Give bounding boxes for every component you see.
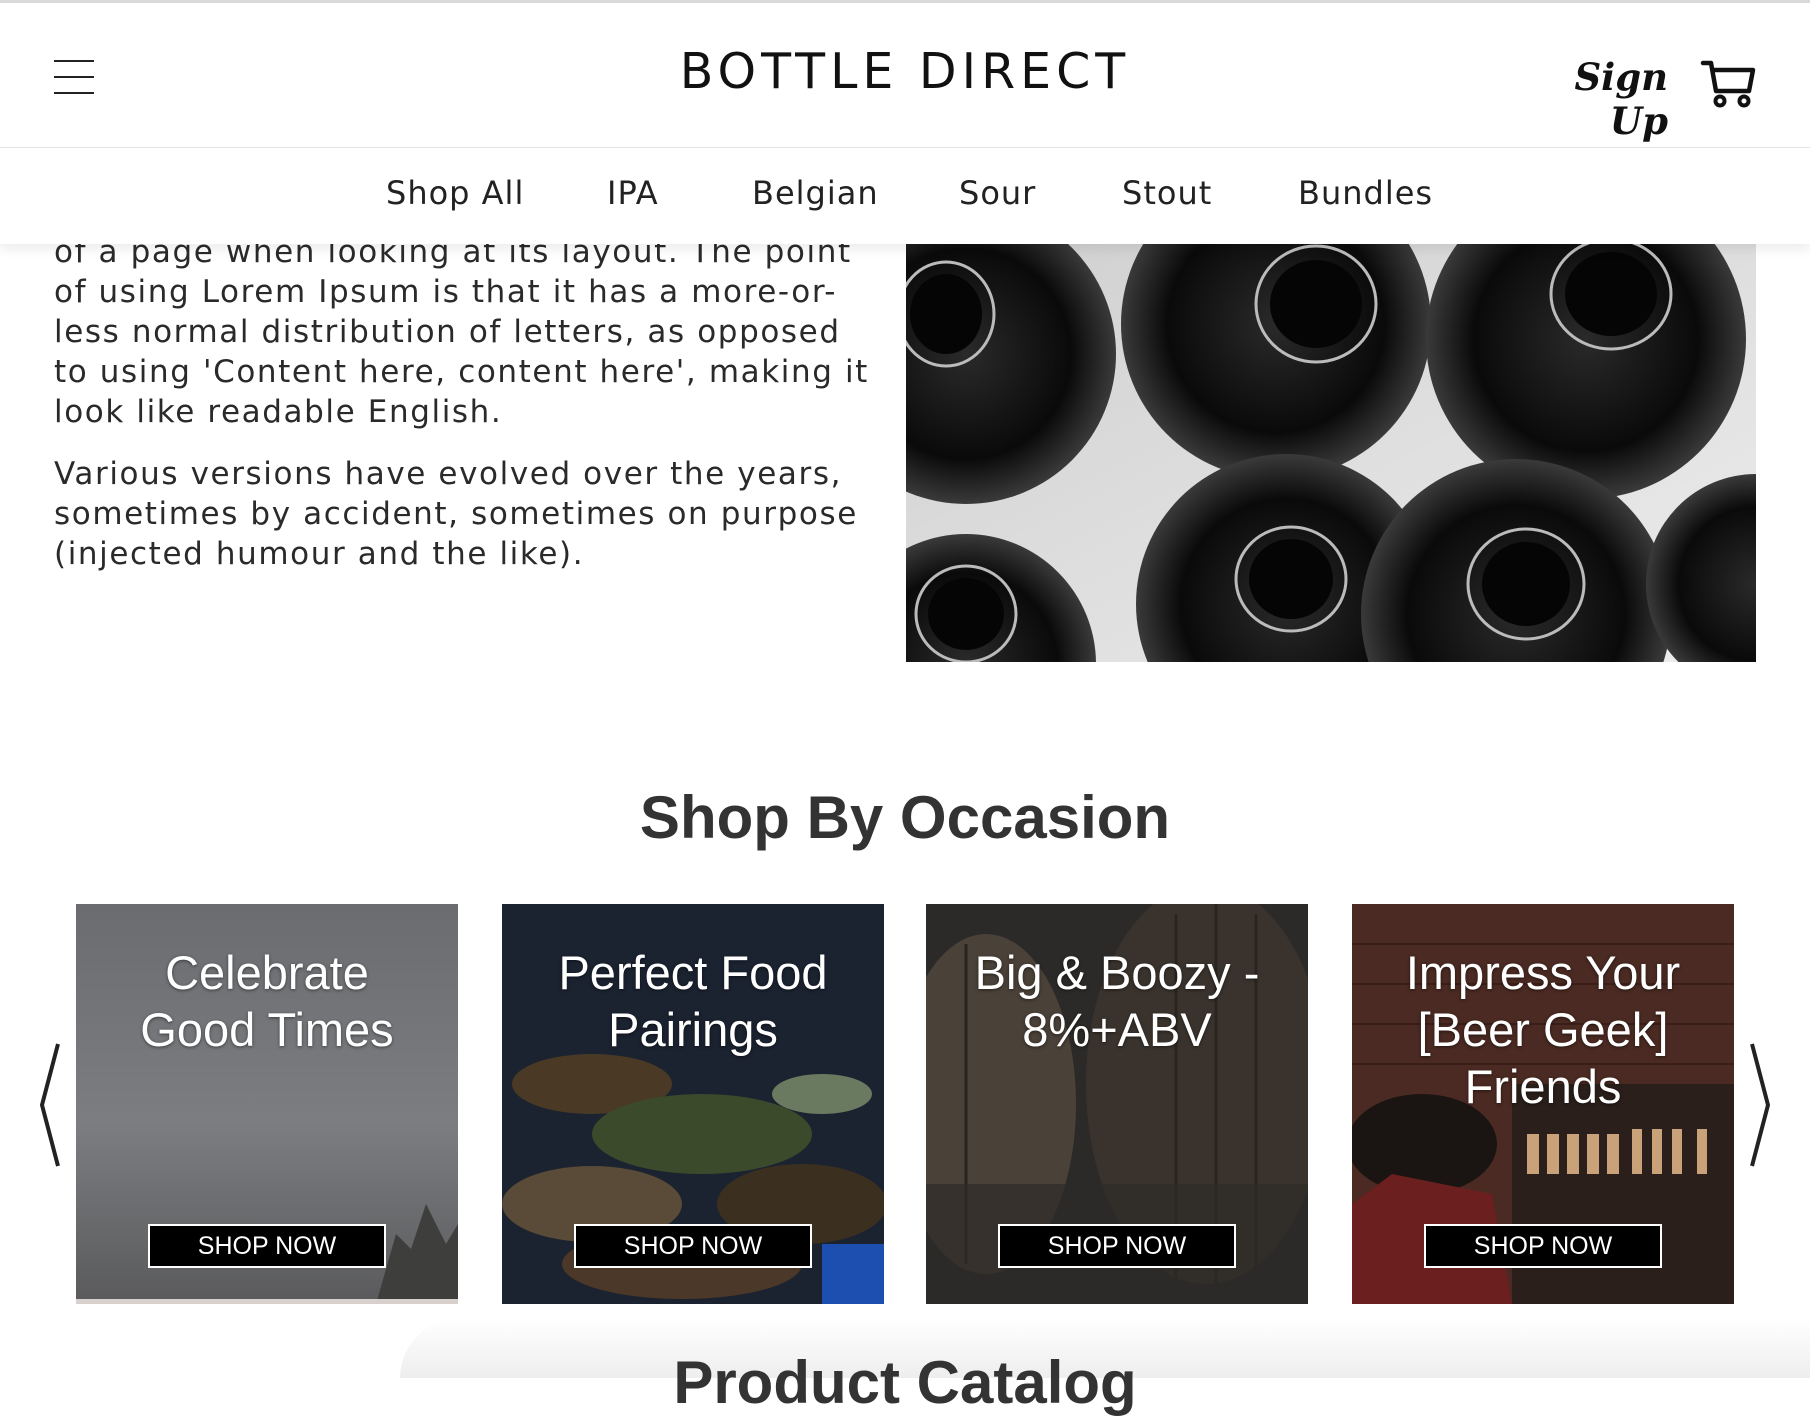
hamburger-menu-icon[interactable] — [54, 60, 94, 96]
card-title: Perfect Food Pairings — [558, 946, 828, 1056]
sign-up-link[interactable]: Sign Up — [1518, 55, 1668, 143]
nav-bundles[interactable]: Bundles — [1298, 174, 1433, 212]
occasion-card-big-boozy[interactable]: Big & Boozy - 8%+ABV SHOP NOW — [926, 904, 1308, 1304]
nav-ipa[interactable]: IPA — [607, 174, 659, 212]
brand-logo[interactable]: BOTTLE DIRECT — [600, 43, 1210, 100]
card-title: Big & Boozy - 8%+ABV — [974, 946, 1260, 1056]
nav-sour[interactable]: Sour — [959, 174, 1036, 212]
shop-now-button[interactable]: SHOP NOW — [574, 1224, 812, 1268]
nav-belgian[interactable]: Belgian — [752, 174, 879, 212]
chevron-left-icon[interactable] — [34, 1040, 64, 1170]
shop-now-button[interactable]: SHOP NOW — [1424, 1224, 1662, 1268]
occasion-card-food-pairings[interactable]: Perfect Food Pairings SHOP NOW — [502, 904, 884, 1304]
shop-now-button[interactable]: SHOP NOW — [148, 1224, 386, 1268]
shop-now-button[interactable]: SHOP NOW — [998, 1224, 1236, 1268]
card-title: Impress Your [Beer Geek] Friends — [1405, 946, 1681, 1113]
beer-bottles-photo — [906, 244, 1756, 662]
intro-paragraph-2: Various versions have evolved over the y… — [54, 456, 858, 572]
product-catalog-title: Product Catalog — [673, 1349, 1137, 1416]
category-nav: Shop All IPA Belgian Sour Stout Bundles — [0, 148, 1810, 244]
nav-stout[interactable]: Stout — [1122, 174, 1212, 212]
site-header: BOTTLE DIRECT Sign Up — [0, 3, 1810, 148]
card-title: Celebrate Good Times — [140, 946, 394, 1056]
intro-text: of a page when looking at its layout. Th… — [54, 232, 874, 596]
shop-by-occasion-title: Shop By Occasion — [639, 784, 1171, 851]
occasion-card-beer-geek[interactable]: Impress Your [Beer Geek] Friends SHOP NO… — [1352, 904, 1734, 1304]
occasion-card-celebrate[interactable]: Celebrate Good Times SHOP NOW — [76, 904, 458, 1304]
chevron-right-icon[interactable] — [1746, 1040, 1776, 1170]
intro-paragraph-1: of a page when looking at its layout. Th… — [54, 234, 869, 430]
nav-shop-all[interactable]: Shop All — [386, 174, 524, 212]
cart-icon[interactable] — [1700, 55, 1756, 111]
